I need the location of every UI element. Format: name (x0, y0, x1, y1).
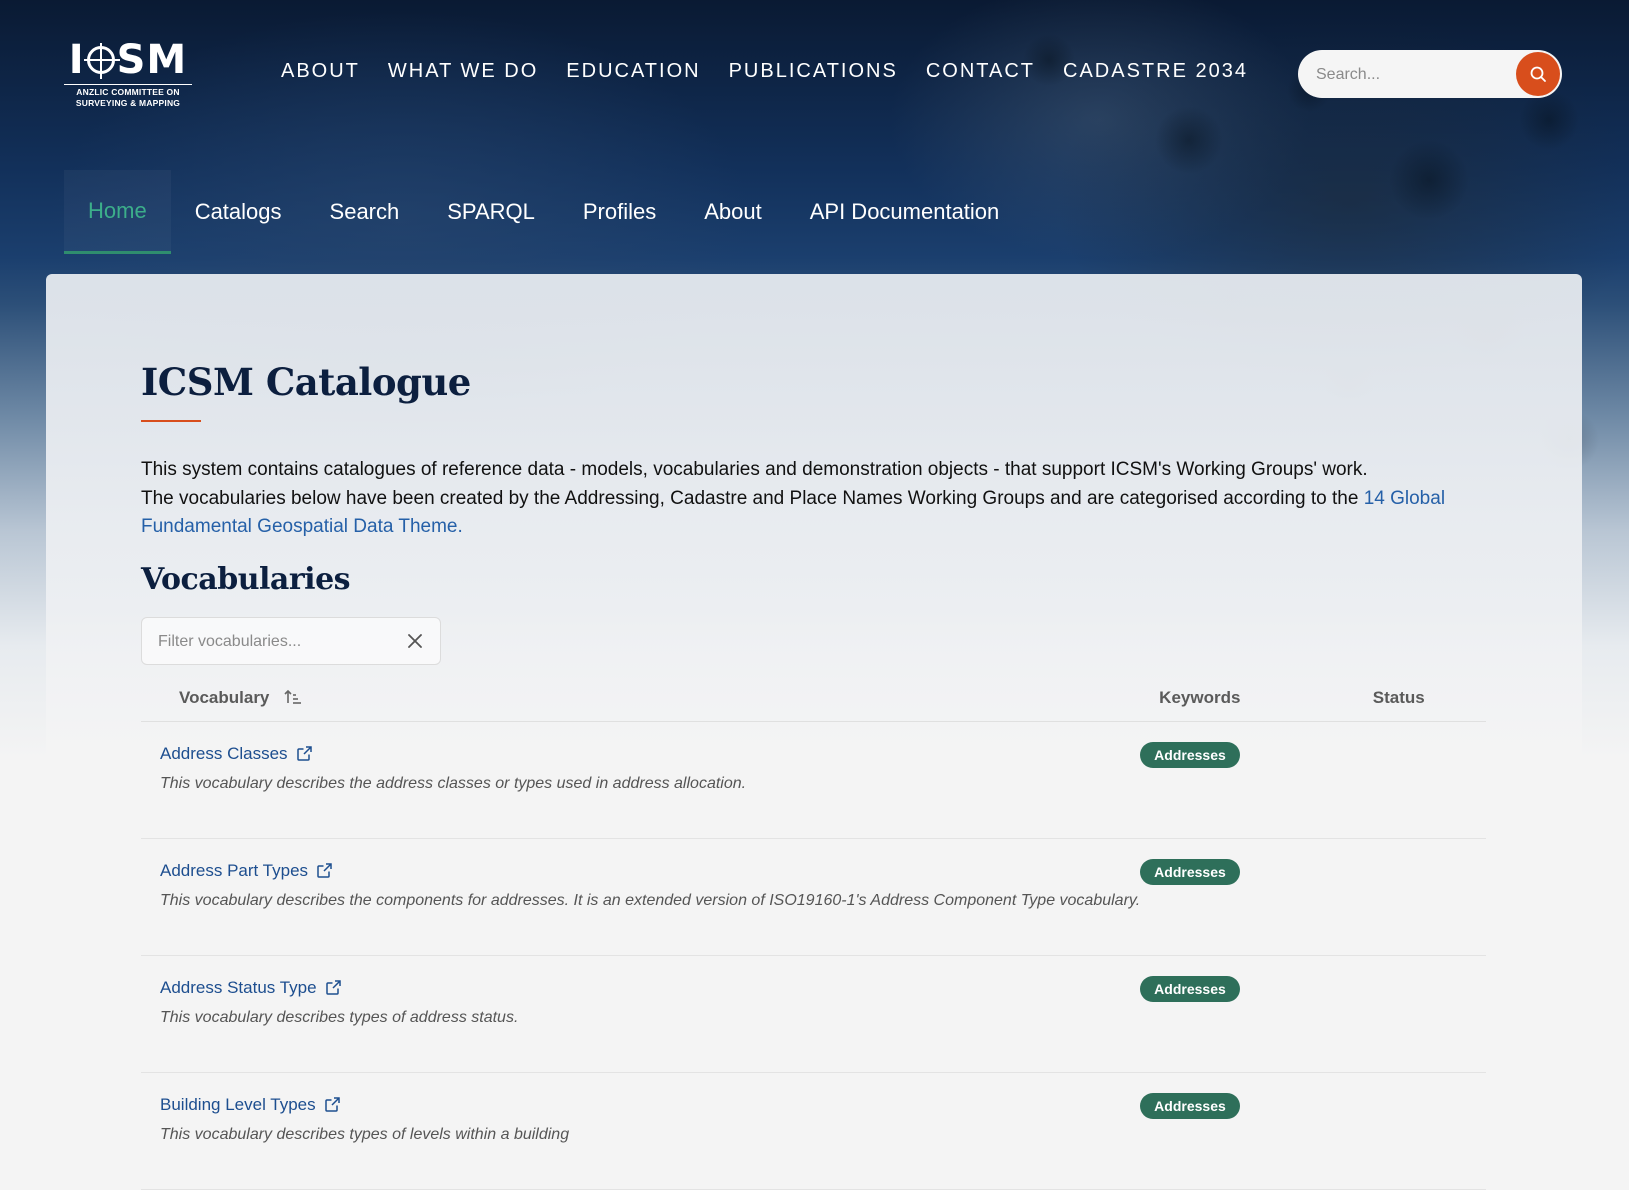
tab-sparql[interactable]: SPARQL (423, 170, 559, 254)
vocabularies-heading: Vocabularies (141, 561, 351, 597)
main-nav-contact[interactable]: CONTACT (926, 60, 1035, 83)
close-icon[interactable] (406, 632, 424, 650)
keyword-badge[interactable]: Addresses (1140, 741, 1240, 768)
status-cell (1372, 838, 1486, 956)
keyword-badge[interactable]: Addresses (1140, 1092, 1240, 1119)
logo-mark: I SM (64, 38, 192, 82)
site-header: I SM ANZLIC COMMITTEE ON SURVEYING & MAP… (0, 0, 1629, 150)
vocab-description: This vocabulary describes the address cl… (160, 774, 747, 792)
tab-catalogs[interactable]: Catalogs (171, 170, 306, 254)
keyword-cell: Addresses (1140, 955, 1373, 1073)
table-header-row: Vocabulary Keywords Status (141, 674, 1486, 722)
main-nav-what-we-do[interactable]: WHAT WE DO (388, 60, 538, 83)
logo-letter-i: I (68, 37, 85, 83)
vocab-link-address-status-type[interactable]: Address Status Type (160, 978, 342, 998)
table-row: Address Classes This vocabulary describe… (141, 721, 1486, 839)
tab-profiles[interactable]: Profiles (559, 170, 680, 254)
vocab-filter (141, 616, 441, 666)
tab-home[interactable]: Home (64, 170, 171, 254)
vocab-name: Address Part Types (160, 860, 309, 880)
intro-text: This system contains catalogues of refer… (141, 456, 1486, 542)
vocab-name: Address Status Type (160, 977, 317, 997)
table-row: Building Level Types This vocabulary des… (141, 1072, 1486, 1190)
search-button[interactable] (1516, 52, 1560, 96)
external-link-icon (324, 1097, 340, 1112)
page-title: ICSM Catalogue (141, 360, 471, 404)
icsm-logo[interactable]: I SM ANZLIC COMMITTEE ON SURVEYING & MAP… (64, 38, 192, 112)
catalogue-nav: Home Catalogs Search SPARQL Profiles Abo… (64, 170, 1023, 254)
vocab-cell: Address Status Type This vocabulary desc… (141, 955, 1141, 1073)
status-cell (1372, 955, 1486, 1073)
sort-ascending-icon[interactable] (284, 689, 302, 705)
vocab-filter-input[interactable] (156, 617, 390, 666)
vocab-link-building-level-types[interactable]: Building Level Types (160, 1095, 341, 1115)
logo-letters-sm: SM (116, 37, 188, 83)
vocab-cell: Building Level Types This vocabulary des… (141, 1072, 1141, 1190)
column-header-vocabulary[interactable]: Vocabulary (141, 674, 1141, 722)
vocab-name: Address Classes (160, 743, 288, 763)
column-header-status[interactable]: Status (1372, 674, 1486, 722)
status-cell (1372, 1072, 1486, 1190)
logo-divider (64, 84, 192, 85)
intro-line-1: This system contains catalogues of refer… (141, 459, 1368, 480)
keyword-badge[interactable]: Addresses (1140, 975, 1240, 1002)
vocab-link-address-classes[interactable]: Address Classes (160, 744, 313, 764)
column-header-keywords[interactable]: Keywords (1140, 674, 1373, 722)
site-search-input[interactable] (1314, 50, 1508, 100)
external-link-icon (296, 746, 312, 761)
tab-search[interactable]: Search (306, 170, 424, 254)
main-nav-cadastre-2034[interactable]: CADASTRE 2034 (1063, 60, 1248, 83)
crosshair-icon (86, 46, 115, 74)
main-nav: ABOUT WHAT WE DO EDUCATION PUBLICATIONS … (281, 60, 1248, 83)
vocab-cell: Address Classes This vocabulary describe… (141, 721, 1141, 839)
main-nav-about[interactable]: ABOUT (281, 60, 360, 83)
external-link-icon (317, 863, 332, 878)
site-search (1298, 50, 1562, 100)
logo-subtitle-2: SURVEYING & MAPPING (75, 98, 181, 108)
main-nav-education[interactable]: EDUCATION (566, 60, 700, 83)
vocab-cell: Address Part Types This vocabulary descr… (141, 838, 1141, 956)
external-link-icon (325, 980, 341, 995)
vocab-table: Vocabulary Keywords Status Address Class… (141, 674, 1486, 1190)
vocab-name: Building Level Types (160, 1094, 316, 1114)
intro-line-2: The vocabularies below have been created… (141, 485, 1486, 542)
logo-subtitle-1: ANZLIC COMMITTEE ON (76, 87, 180, 97)
search-icon (1530, 66, 1546, 82)
tab-about[interactable]: About (680, 170, 786, 254)
tab-api-documentation[interactable]: API Documentation (786, 170, 1024, 254)
vocab-description: This vocabulary describes the components… (160, 891, 1141, 909)
title-underline (141, 420, 201, 422)
vocab-description: This vocabulary describes types of addre… (160, 1008, 519, 1026)
status-cell (1372, 721, 1486, 839)
intro-line-2-text: The vocabularies below have been created… (141, 487, 1364, 509)
keyword-cell: Addresses (1140, 1072, 1373, 1190)
keyword-cell: Addresses (1140, 838, 1373, 956)
column-header-label: Vocabulary (179, 687, 270, 707)
keyword-cell: Addresses (1140, 721, 1373, 839)
table-row: Address Part Types This vocabulary descr… (141, 838, 1486, 956)
table-row: Address Status Type This vocabulary desc… (141, 955, 1486, 1073)
main-nav-publications[interactable]: PUBLICATIONS (729, 60, 898, 83)
vocab-description: This vocabulary describes types of level… (160, 1125, 570, 1143)
main-content: ICSM Catalogue This system contains cata… (141, 360, 1486, 1190)
keyword-badge[interactable]: Addresses (1140, 858, 1240, 885)
vocab-link-address-part-types[interactable]: Address Part Types (160, 861, 333, 881)
